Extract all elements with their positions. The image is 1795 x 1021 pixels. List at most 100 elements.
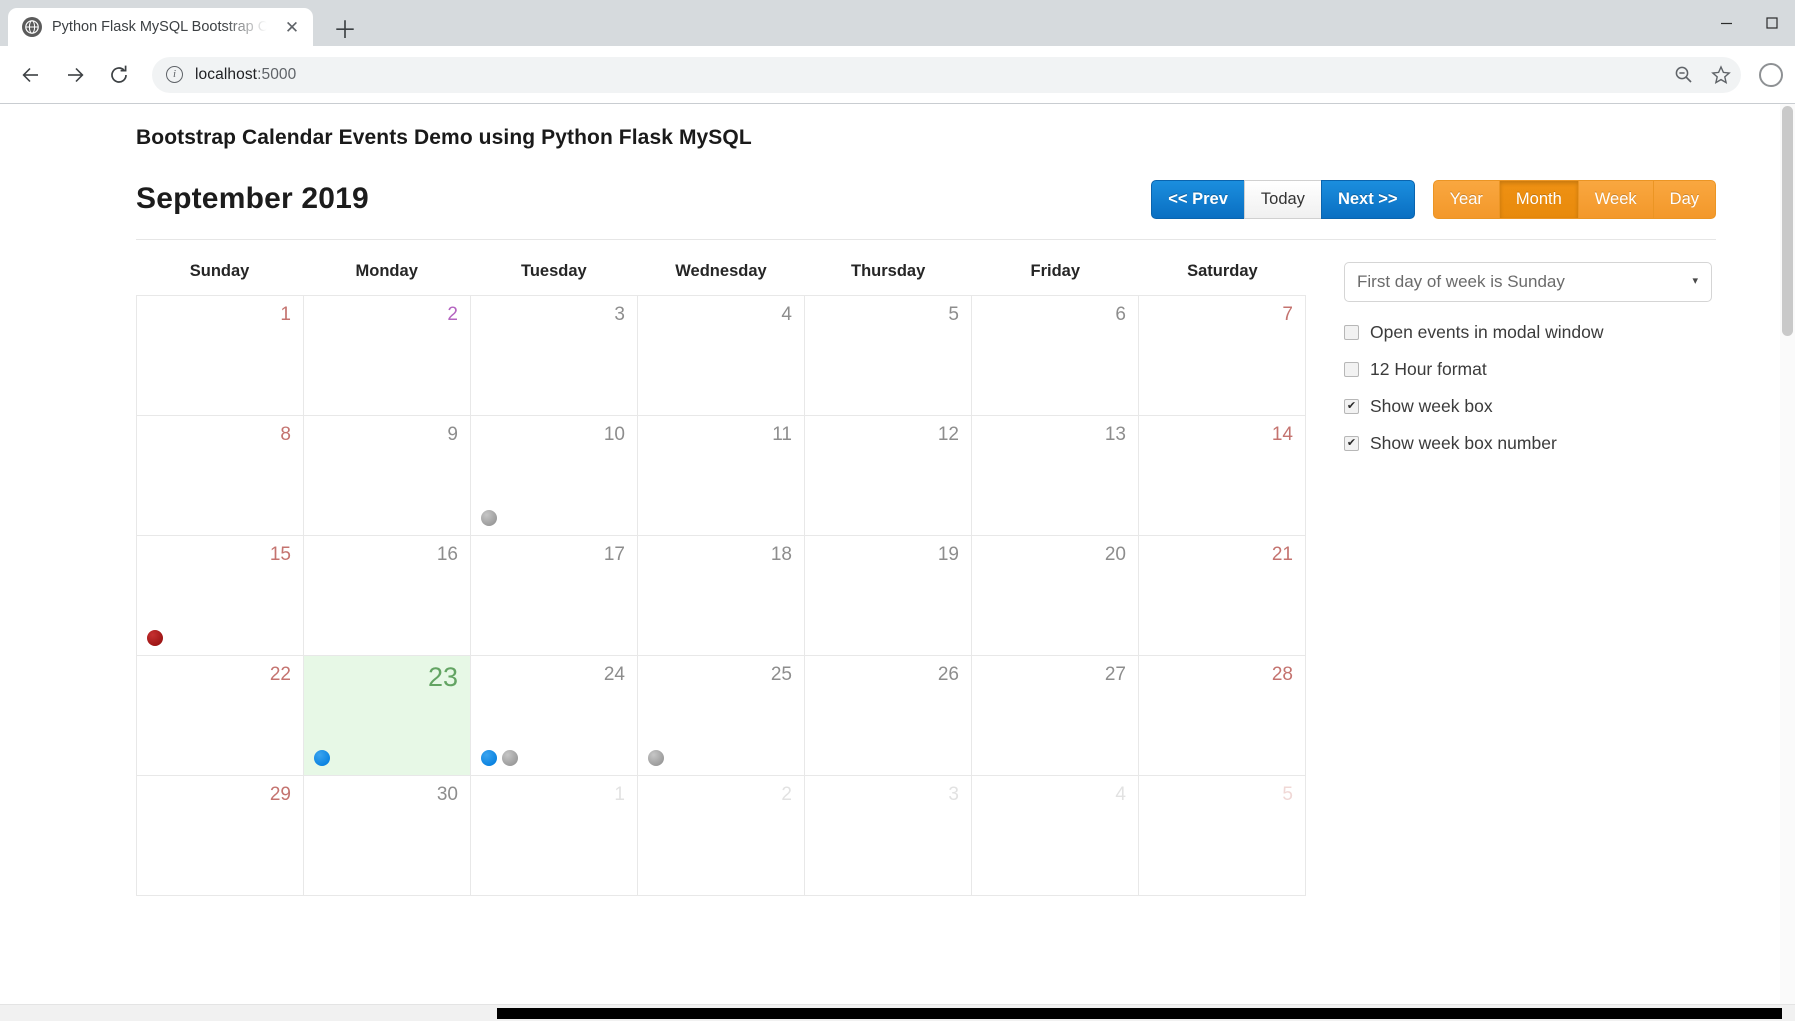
day-number: 5 [948,303,959,325]
calendar-day-cell[interactable]: 4 [638,295,805,416]
calendar-day-cell[interactable]: 20 [972,535,1139,656]
calendar-day-cell[interactable]: 22 [137,655,304,776]
calendar-day-cell[interactable]: 24 [471,655,638,776]
checkbox-icon[interactable] [1344,435,1359,451]
calendar-week-row: 22 23 24 25 26 27 28 [137,655,1306,776]
day-event-dots [648,749,664,766]
new-tab-button[interactable]: ＋ [325,8,365,46]
event-dot-gray[interactable] [481,509,497,526]
calendar-day-cell[interactable]: 26 [805,655,972,776]
star-icon[interactable] [1711,64,1731,85]
day-number: 9 [447,423,458,445]
reload-icon[interactable] [100,56,138,94]
calendar-day-cell[interactable]: 18 [638,535,805,656]
option-label: Show week box number [1370,432,1557,453]
day-number: 24 [603,663,625,685]
calendar-day-cell[interactable]: 30 [304,775,471,896]
event-dot-gray[interactable] [648,749,664,766]
day-number: 21 [1271,543,1293,565]
option-checkbox-list: Open events in modal window 12 Hour forma… [1344,322,1712,454]
page-scrollbar-thumb[interactable] [1782,106,1793,336]
checkbox-icon[interactable] [1344,361,1359,377]
page-scrollbar-track[interactable] [1780,104,1795,1021]
day-number: 2 [781,783,792,805]
event-dot-blue[interactable] [481,749,497,766]
day-number: 1 [280,303,291,325]
back-icon[interactable] [12,56,50,94]
option-12-hour-format[interactable]: 12 Hour format [1344,359,1712,380]
today-button[interactable]: Today [1243,180,1322,219]
browser-window: Python Flask MySQL Bootstrap C ✕ ＋ i loc… [0,0,1795,1021]
view-week-button[interactable]: Week [1577,180,1654,219]
option-open-events-modal[interactable]: Open events in modal window [1344,322,1712,343]
event-dot-gray[interactable] [502,749,518,766]
calendar-options-sidebar: First day of week is Sunday ▾ Open event… [1306,261,1712,896]
day-number: 15 [269,543,291,565]
calendar-day-cell[interactable]: 2 [304,295,471,416]
calendar-day-cell[interactable]: 5 [805,295,972,416]
calendar-day-cell[interactable]: 23 [304,655,471,776]
calendar-day-cell[interactable]: 11 [638,415,805,536]
calendar-day-cell[interactable]: 9 [304,415,471,536]
calendar-day-cell[interactable]: 21 [1139,535,1306,656]
info-icon[interactable]: i [166,66,183,83]
event-dot-blue[interactable] [314,749,330,766]
calendar-day-cell[interactable]: 4 [972,775,1139,896]
dow-wednesday: Wednesday [675,261,767,280]
checkbox-icon[interactable] [1344,324,1359,340]
calendar-day-cell[interactable]: 1 [137,295,304,416]
day-number: 27 [1104,663,1126,685]
dow-saturday: Saturday [1187,261,1258,280]
checkbox-icon[interactable] [1344,398,1359,414]
calendar-day-cell[interactable]: 3 [471,295,638,416]
calendar-day-cell[interactable]: 1 [471,775,638,896]
calendar-day-cell[interactable]: 16 [304,535,471,656]
first-day-of-week-select[interactable]: First day of week is Sunday ▾ [1344,261,1712,302]
browser-tab[interactable]: Python Flask MySQL Bootstrap C ✕ [8,8,313,46]
event-dot-red[interactable] [147,629,163,646]
calendar-day-cell[interactable]: 19 [805,535,972,656]
horizontal-scrollbar-track[interactable] [0,1004,1795,1021]
horizontal-scrollbar-thumb[interactable] [497,1008,1782,1019]
next-button[interactable]: Next >> [1320,180,1415,219]
calendar-day-cell[interactable]: 15 [137,535,304,656]
zoom-out-icon[interactable] [1674,65,1693,84]
calendar-day-cell[interactable]: 17 [471,535,638,656]
calendar-week-row: 1 2 3 4 5 6 7 [137,295,1306,416]
close-icon[interactable]: ✕ [281,16,303,38]
calendar-day-cell[interactable]: 12 [805,415,972,536]
calendar-day-cell[interactable]: 3 [805,775,972,896]
calendar-day-cell[interactable]: 8 [137,415,304,536]
view-month-button[interactable]: Month [1498,180,1579,219]
day-number: 3 [948,783,959,805]
calendar-day-cell[interactable]: 28 [1139,655,1306,776]
option-label: Open events in modal window [1370,321,1604,342]
calendar-day-cell[interactable]: 5 [1139,775,1306,896]
view-year-button[interactable]: Year [1432,180,1500,219]
calendar-day-cell[interactable]: 7 [1139,295,1306,416]
option-show-week-box[interactable]: Show week box [1344,396,1712,417]
calendar-day-cell[interactable]: 13 [972,415,1139,536]
calendar-day-cell[interactable]: 6 [972,295,1139,416]
calendar-container: September 2019 << Prev Today Next >> Yea… [136,180,1716,896]
calendar-day-cell[interactable]: 14 [1139,415,1306,536]
day-number: 1 [614,783,625,805]
address-bar[interactable]: i localhost:5000 [152,56,1741,93]
forward-icon[interactable] [56,56,94,94]
minimize-icon[interactable] [1703,0,1749,46]
view-day-button[interactable]: Day [1652,180,1716,219]
maximize-icon[interactable] [1749,0,1795,46]
prev-button[interactable]: << Prev [1151,180,1245,219]
dow-monday: Monday [355,261,418,280]
calendar-day-cell[interactable]: 29 [137,775,304,896]
page-viewport: Bootstrap Calendar Events Demo using Pyt… [0,104,1795,1021]
day-number: 28 [1271,663,1293,685]
option-show-week-box-number[interactable]: Show week box number [1344,433,1712,454]
day-number: 7 [1282,303,1293,325]
calendar-day-cell[interactable]: 27 [972,655,1139,776]
calendar-day-cell[interactable]: 10 [471,415,638,536]
calendar-day-cell[interactable]: 2 [638,775,805,896]
calendar-day-cell[interactable]: 25 [638,655,805,776]
day-number: 10 [603,423,625,445]
profile-icon[interactable] [1759,62,1783,87]
